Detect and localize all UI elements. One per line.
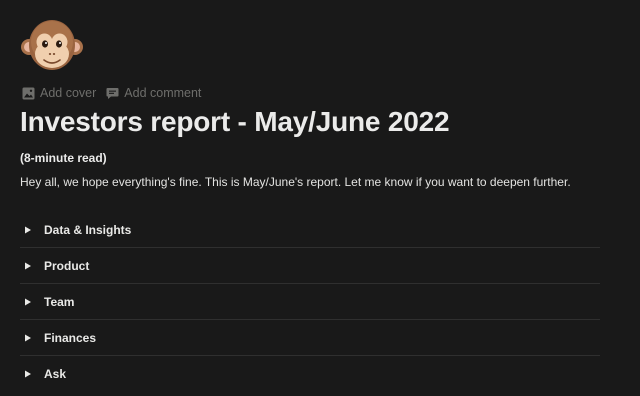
triangle-right-icon[interactable] (24, 221, 42, 239)
add-cover-button[interactable]: Add cover (22, 86, 96, 100)
add-comment-label: Add comment (124, 86, 202, 100)
comment-icon (106, 87, 119, 100)
toggle-label: Ask (44, 367, 67, 381)
toggle-label: Data & Insights (44, 222, 132, 237)
add-cover-label: Add cover (40, 86, 97, 100)
toggle-data-insights[interactable]: Data & Insights (20, 212, 600, 248)
image-icon (22, 87, 35, 100)
toggle-team[interactable]: Team (20, 284, 600, 320)
page-controls: Add cover Add comment (22, 86, 201, 100)
intro-paragraph: Hey all, we hope everything's fine. This… (20, 175, 571, 189)
read-time-text: (8-minute read) (20, 151, 107, 165)
toggle-label: Team (44, 294, 75, 309)
toggle-ask[interactable]: Ask (20, 356, 600, 392)
add-comment-button[interactable]: Add comment (106, 86, 201, 100)
page-title[interactable]: Investors report - May/June 2022 (20, 106, 450, 138)
triangle-right-icon[interactable] (24, 329, 42, 347)
toggle-finances[interactable]: Finances (20, 320, 600, 356)
toggle-label: Product (44, 258, 90, 273)
triangle-right-icon[interactable] (24, 293, 42, 311)
toggle-list: Data & Insights Product Team Finances As… (20, 212, 600, 392)
triangle-right-icon[interactable] (24, 365, 42, 383)
monkey-face-icon[interactable] (20, 14, 84, 76)
toggle-product[interactable]: Product (20, 248, 600, 284)
toggle-label: Finances (44, 330, 97, 345)
triangle-right-icon[interactable] (24, 257, 42, 275)
page: Add cover Add comment Investors report -… (20, 0, 600, 396)
